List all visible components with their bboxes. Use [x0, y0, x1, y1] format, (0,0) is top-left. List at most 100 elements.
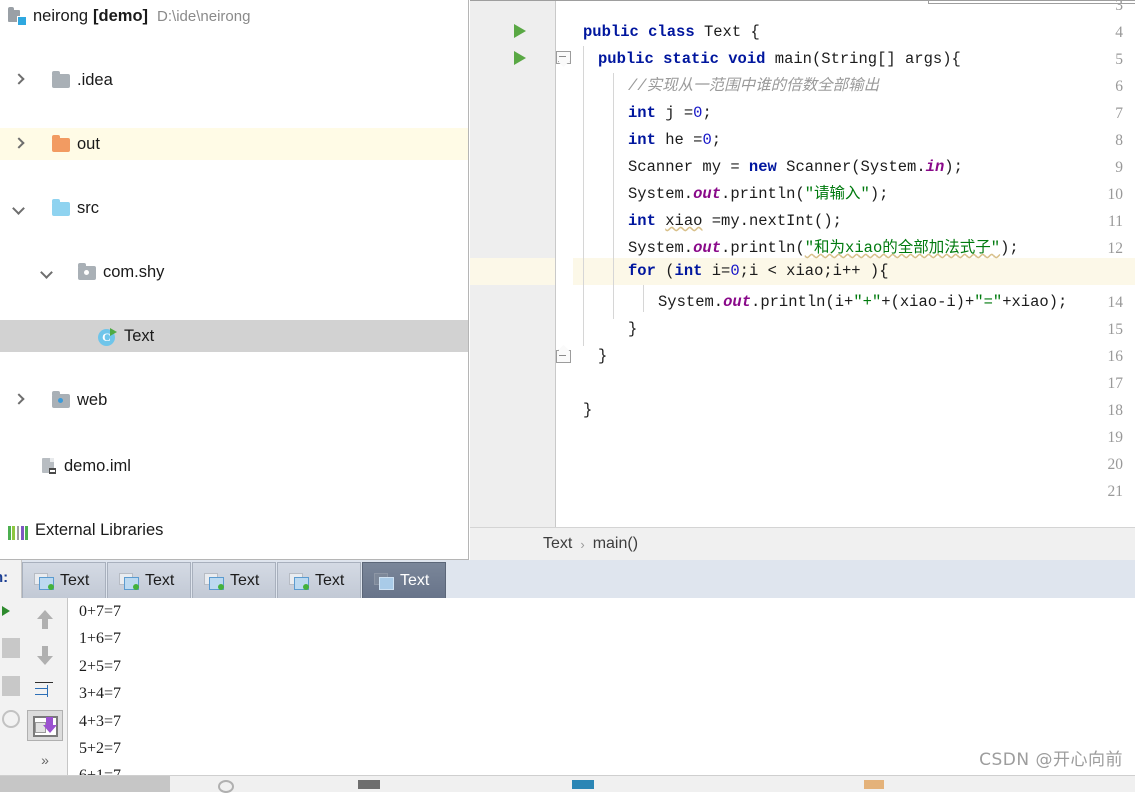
token-string: "和为xiao的全部加法式子" — [804, 239, 1001, 257]
chevron-down-icon[interactable] — [40, 265, 54, 279]
token: ); — [944, 158, 963, 176]
console-line: 0+7=7 — [79, 603, 122, 620]
run-tab[interactable]: Text — [22, 562, 106, 598]
run-tab[interactable]: Text — [277, 562, 361, 598]
tree-row-com-shy[interactable]: com.shy — [0, 256, 468, 288]
token: +(xiao-i)+ — [881, 293, 975, 311]
scroll-down-button[interactable] — [27, 639, 63, 670]
token: ( — [665, 262, 675, 280]
token: System. — [658, 293, 724, 311]
project-tree-panel: neirong [demo] D:\ide\neirong .idea out … — [0, 0, 469, 560]
ide-window: neirong [demo] D:\ide\neirong .idea out … — [0, 0, 1135, 793]
fold-end-icon[interactable] — [555, 345, 572, 363]
token-string: "+" — [853, 293, 882, 311]
fold-collapse-icon[interactable] — [555, 51, 572, 68]
token: .println( — [721, 185, 805, 203]
code-line-18: } — [573, 397, 1135, 424]
tree-item-label: .idea — [77, 70, 113, 89]
tree-row-out[interactable]: out — [0, 128, 468, 160]
run-gutter-icon[interactable] — [514, 51, 526, 65]
token: ; — [711, 131, 722, 149]
run-side-strip — [0, 598, 22, 776]
token: main(String[] args){ — [774, 50, 961, 68]
tree-row-src[interactable]: src — [0, 192, 468, 224]
token-string: "=" — [974, 293, 1003, 311]
chevron-right-icon[interactable] — [12, 393, 26, 407]
token: Text { — [703, 23, 760, 41]
run-tab-active[interactable]: Text — [362, 562, 446, 598]
tree-row-text-class[interactable]: C Text — [0, 320, 468, 352]
token-string: "请输入" — [804, 185, 870, 203]
code-text-area[interactable]: public class Text { public static void m… — [573, 0, 1135, 527]
iml-file-icon — [41, 458, 57, 476]
stop-icon[interactable] — [2, 638, 20, 658]
run-tab[interactable]: Text — [107, 562, 191, 598]
editor-fold-column[interactable] — [555, 0, 574, 527]
token: ; — [702, 104, 712, 122]
token-static-field: in — [925, 158, 945, 176]
token: } — [598, 347, 608, 365]
folder-gray-icon — [52, 71, 70, 88]
token: static — [663, 50, 729, 68]
token: class — [648, 23, 704, 41]
soft-wrap-icon — [34, 680, 56, 700]
watermark: CSDN @开心向前 — [979, 750, 1123, 770]
breadcrumb-class[interactable]: Text — [543, 535, 572, 553]
token: ); — [869, 185, 889, 203]
run-config-icon — [289, 572, 309, 590]
run-tab-label: Text — [230, 571, 260, 589]
editor-top-border-2 — [928, 3, 1135, 4]
token: int — [628, 104, 666, 122]
run-gutter-icon[interactable] — [514, 24, 526, 38]
token: .println(i+ — [751, 293, 854, 311]
token: } — [628, 320, 638, 338]
code-editor[interactable]: 3 4 5 6 7 8 9 10 11 12 13 14 15 16 17 18… — [470, 0, 1135, 527]
run-tab-bar: Text Text Text Text Text — [22, 560, 1135, 599]
print-to-file-button[interactable] — [26, 709, 63, 741]
print-to-file-icon — [32, 714, 58, 738]
run-tab[interactable]: Text — [192, 562, 276, 598]
console-line: 4+3=7 — [79, 712, 122, 730]
libraries-icon — [8, 524, 28, 540]
tree-row-web[interactable]: web — [0, 384, 468, 416]
taskbar-icon-2[interactable] — [358, 780, 380, 789]
tree-row-demo-iml[interactable]: demo.iml — [0, 450, 468, 482]
folder-blue-icon — [52, 199, 70, 216]
editor-top-border-3 — [928, 0, 929, 4]
tree-item-label: com.shy — [103, 262, 165, 281]
soft-wrap-button[interactable] — [27, 674, 63, 705]
chevron-down-icon[interactable] — [12, 201, 26, 215]
chevron-right-icon[interactable] — [12, 137, 26, 151]
code-line-10: System.out.println("请输入"); — [573, 181, 1135, 208]
scroll-up-button[interactable] — [27, 604, 63, 635]
taskbar-icon-1[interactable] — [218, 780, 234, 793]
token-static-field: out — [693, 239, 722, 257]
tree-row-project-root[interactable]: neirong [demo] D:\ide\neirong — [0, 0, 468, 32]
code-line-14: System.out.println(i+"+"+(xiao-i)+"="+xi… — [573, 289, 1135, 316]
console-line: 5+2=7 — [79, 739, 122, 757]
code-line-6: //实现从一范围中谁的倍数全部输出 — [573, 73, 1135, 100]
console-output[interactable]: 0+7=7 1+6=7 2+5=7 3+4=7 4+3=7 5+2=7 6+1=… — [68, 598, 1135, 776]
token-static-field: out — [693, 185, 722, 203]
breadcrumb-separator-icon: › — [580, 536, 585, 552]
tree-row-idea[interactable]: .idea — [0, 64, 468, 96]
console-line: 6+1=7 — [79, 767, 122, 776]
tree-row-external-libraries[interactable]: External Libraries — [0, 514, 468, 546]
java-class-icon: C — [98, 327, 117, 347]
trace-icon[interactable] — [2, 676, 20, 696]
console-toolbar: » — [22, 598, 68, 776]
taskbar-icon-4[interactable] — [864, 780, 884, 789]
token: void — [728, 50, 775, 68]
chevron-right-icon[interactable] — [12, 73, 26, 87]
token: 0 — [702, 131, 712, 149]
token-warning: xiao — [665, 212, 703, 230]
gutter-line-highlight — [470, 258, 555, 285]
settings-icon[interactable] — [2, 710, 20, 728]
rerun-icon[interactable] — [2, 606, 10, 616]
taskbar-icon-3[interactable] — [572, 780, 594, 789]
more-options-button[interactable]: » — [27, 745, 63, 776]
token: +xiao); — [1002, 293, 1068, 311]
token-static-field: out — [723, 293, 752, 311]
run-tool-window: n: Text Text Text Text Text — [0, 560, 1135, 776]
breadcrumb-method[interactable]: main() — [593, 535, 638, 553]
